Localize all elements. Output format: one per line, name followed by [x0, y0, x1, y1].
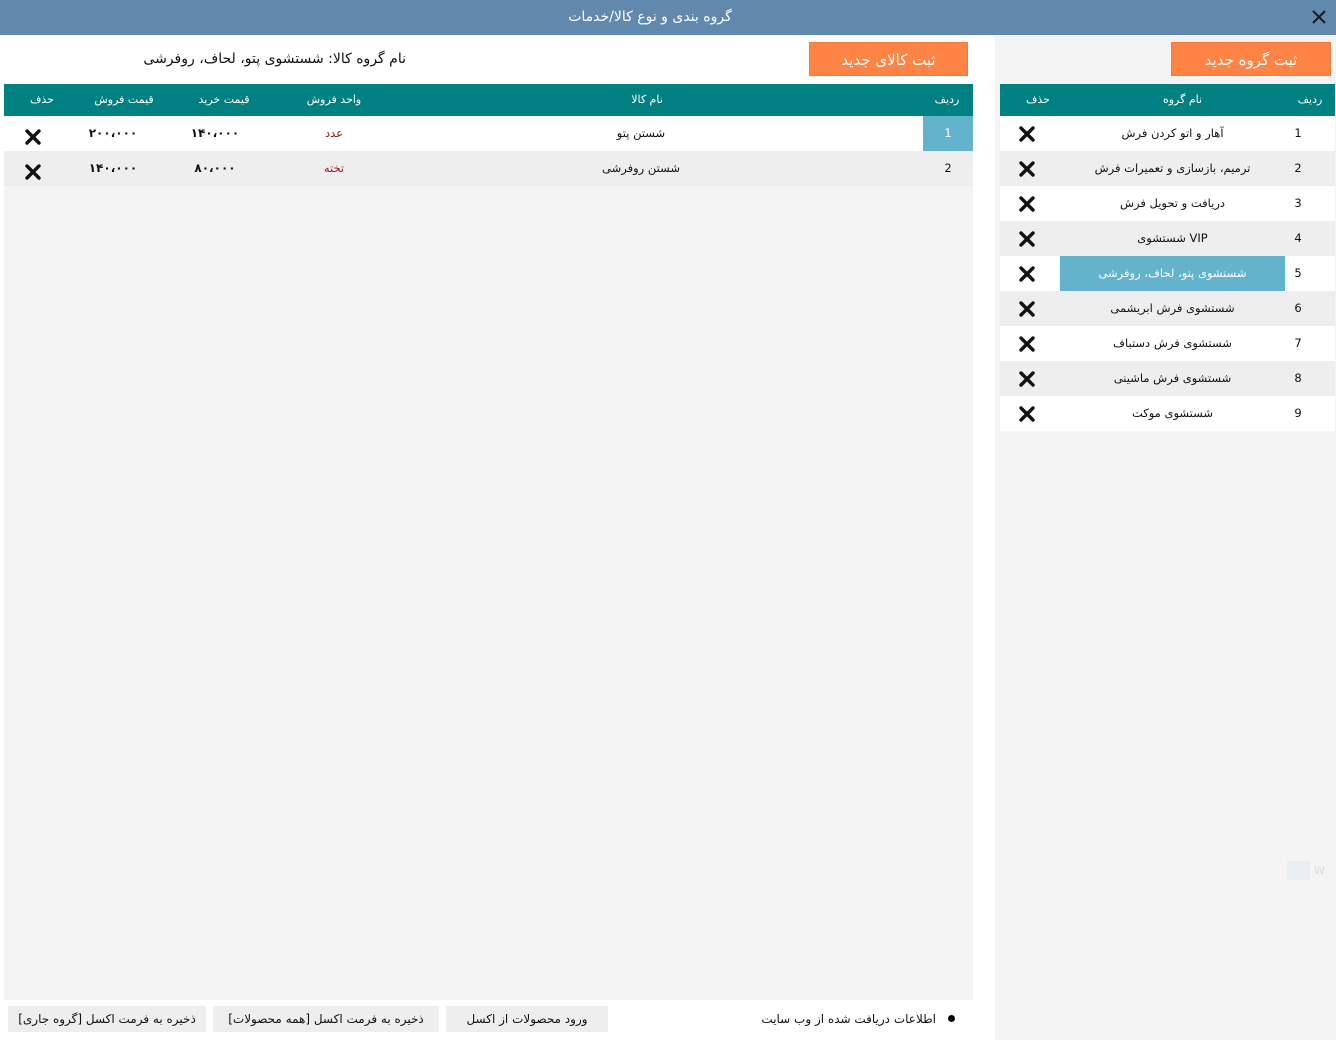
group-row[interactable]: 5 شستشوی پتو، لحاف، روفرشی: [1000, 256, 1335, 291]
groups-table-body: 1 آهار و اتو کردن فرش 2 ترمیم، بازسازی و تع…: [1000, 116, 1335, 431]
group-row-number: 3: [1294, 196, 1302, 210]
products-header-sell: قیمت فروش: [94, 93, 154, 106]
group-row[interactable]: 6 شستشوی فرش ابریشمی: [1000, 291, 1335, 326]
title-bar: گروه بندی و نوع کالا/خدمات: [0, 0, 1336, 35]
group-row[interactable]: 1 آهار و اتو کردن فرش: [1000, 116, 1335, 151]
delete-icon[interactable]: [1018, 265, 1036, 283]
new-product-button[interactable]: ثبت کالای جدید: [809, 42, 968, 76]
product-row-number: 1: [923, 116, 973, 151]
products-table-area: [4, 116, 973, 1000]
group-row[interactable]: 9 شستشوی موکت: [1000, 396, 1335, 431]
products-header-name: نام کالا: [631, 93, 663, 106]
delete-icon[interactable]: [24, 160, 42, 180]
close-button[interactable]: [1300, 0, 1336, 35]
products-table-header: ردیف نام کالا واحد فروش قیمت خرید قیمت ف…: [4, 84, 973, 116]
ghost-element: [1287, 861, 1310, 880]
products-header-buy: قیمت خرید: [198, 93, 250, 106]
new-group-button[interactable]: ثبت گروه جدید: [1171, 42, 1331, 76]
group-row-name[interactable]: شستشوی پتو، لحاف، روفرشی: [1060, 256, 1285, 291]
delete-icon[interactable]: [24, 125, 42, 145]
close-icon: [1312, 10, 1326, 24]
save-excel-all-products-button[interactable]: ذخیره به فرمت اکسل [همه محصولات]: [213, 1006, 439, 1032]
groups-header-delete: حذف: [1026, 93, 1050, 106]
delete-icon[interactable]: [1018, 230, 1036, 248]
group-row-name[interactable]: شستشوی فرش ماشینی: [1060, 361, 1285, 396]
product-row-unit: تخته: [323, 161, 345, 175]
group-row-number: 5: [1294, 266, 1302, 280]
group-row[interactable]: 7 شستشوی فرش دستباف: [1000, 326, 1335, 361]
ghost-text: W: [1314, 864, 1325, 877]
delete-icon[interactable]: [1018, 335, 1036, 353]
products-header-delete: حذف: [30, 93, 54, 106]
group-row-name[interactable]: دریافت و تحویل فرش: [1060, 186, 1285, 221]
group-row[interactable]: 4 شستشوی VIP: [1000, 221, 1335, 256]
product-row-name: شستن روفرشی: [602, 161, 680, 175]
group-row-name[interactable]: شستشوی فرش ابریشمی: [1060, 291, 1285, 326]
current-group-label: نام گروه کالا: شستشوی پتو، لحاف، روفرشی: [40, 38, 416, 82]
group-row-number: 2: [1294, 161, 1302, 175]
group-row[interactable]: 2 ترمیم، بازسازی و تعمیرات فرش: [1000, 151, 1335, 186]
group-row-number: 9: [1294, 406, 1302, 420]
group-row-name[interactable]: آهار و اتو کردن فرش: [1060, 116, 1285, 151]
web-info-label: اطلاعات دریافت شده از وب سایت: [761, 1012, 936, 1026]
group-row-number: 7: [1294, 336, 1302, 350]
products-header-unit: واحد فروش: [306, 93, 362, 106]
products-header-row: ردیف: [934, 93, 960, 106]
save-excel-current-group-button[interactable]: ذخیره به فرمت اکسل [گروه جاری]: [8, 1006, 206, 1032]
group-row-number: 4: [1294, 231, 1302, 245]
window-title: گروه بندی و نوع کالا/خدمات: [568, 9, 732, 25]
delete-icon[interactable]: [1018, 195, 1036, 213]
group-row-number: 6: [1294, 301, 1302, 315]
group-row-name[interactable]: شستشوی فرش دستباف: [1060, 326, 1285, 361]
product-row-buy-price: ۸۰،۰۰۰: [194, 161, 236, 175]
product-row[interactable]: 1 شستن پتو عدد ۱۴۰،۰۰۰ ۲۰۰،۰۰۰: [4, 116, 973, 151]
group-row-name[interactable]: ترمیم، بازسازی و تعمیرات فرش: [1060, 151, 1285, 186]
status-dot: [948, 1015, 955, 1022]
groups-table-header: ردیف نام گروه حذف: [1000, 84, 1335, 116]
product-row-sell-price: ۱۴۰،۰۰۰: [88, 161, 138, 175]
product-row-name: شستن پتو: [616, 126, 666, 140]
product-row[interactable]: 2 شستن روفرشی تخته ۸۰،۰۰۰ ۱۴۰،۰۰۰: [4, 151, 973, 186]
products-table-body: 1 شستن پتو عدد ۱۴۰،۰۰۰ ۲۰۰،۰۰۰ 2 شستن روفرشی تخ…: [4, 116, 973, 186]
delete-icon[interactable]: [1018, 370, 1036, 388]
group-row-name[interactable]: شستشوی VIP: [1060, 221, 1285, 256]
product-row-unit: عدد: [324, 126, 344, 140]
product-row-buy-price: ۱۴۰،۰۰۰: [190, 126, 240, 140]
product-row-sell-price: ۲۰۰،۰۰۰: [88, 126, 138, 140]
delete-icon[interactable]: [1018, 405, 1036, 423]
groups-header-name: نام گروه: [1162, 93, 1203, 106]
group-row[interactable]: 3 دریافت و تحویل فرش: [1000, 186, 1335, 221]
group-row-name[interactable]: شستشوی موکت: [1060, 396, 1285, 431]
group-row-number: 8: [1294, 371, 1302, 385]
delete-icon[interactable]: [1018, 160, 1036, 178]
delete-icon[interactable]: [1018, 125, 1036, 143]
delete-icon[interactable]: [1018, 300, 1036, 318]
product-row-number: 2: [944, 161, 952, 175]
group-row[interactable]: 8 شستشوی فرش ماشینی: [1000, 361, 1335, 396]
import-excel-button[interactable]: ورود محصولات از اکسل: [446, 1006, 608, 1032]
group-row-number: 1: [1294, 126, 1302, 140]
